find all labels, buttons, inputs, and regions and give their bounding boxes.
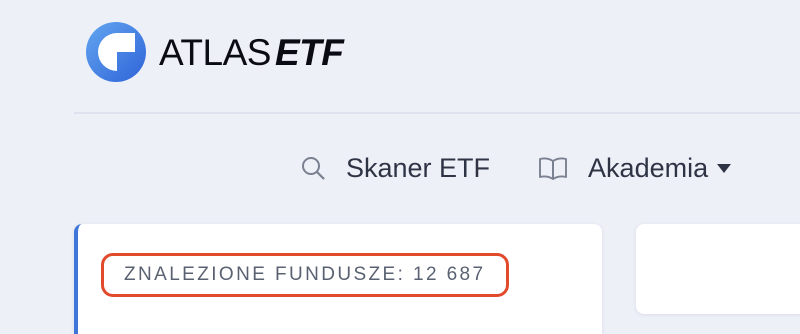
nav-item-label: Akademia	[588, 152, 709, 183]
nav-item-skaner-etf[interactable]: Skaner ETF	[300, 153, 490, 184]
found-funds-count: ZNALEZIONE FUNDUSZE: 12 687	[124, 264, 486, 285]
search-icon	[302, 157, 325, 180]
book-icon	[539, 157, 567, 180]
logo-wordmark: ATLAS ETF	[159, 31, 344, 73]
side-card	[636, 224, 800, 314]
logo-word-atlas: ATLAS	[159, 31, 271, 73]
found-funds-highlight: ZNALEZIONE FUNDUSZE: 12 687	[101, 253, 509, 297]
header-divider	[74, 112, 800, 114]
nav-item-akademia[interactable]: Akademia	[538, 152, 732, 184]
chevron-down-icon	[717, 163, 732, 173]
atlas-etf-logo[interactable]: ATLAS ETF	[84, 20, 344, 84]
nav-item-label: Skaner ETF	[346, 152, 491, 183]
main-nav: Skaner ETF Akademia	[300, 145, 732, 191]
results-card: ZNALEZIONE FUNDUSZE: 12 687	[74, 224, 602, 334]
atlas-logo-icon	[86, 22, 146, 82]
logo-word-etf: ETF	[274, 31, 344, 73]
site-header: ATLAS ETF	[0, 0, 800, 112]
